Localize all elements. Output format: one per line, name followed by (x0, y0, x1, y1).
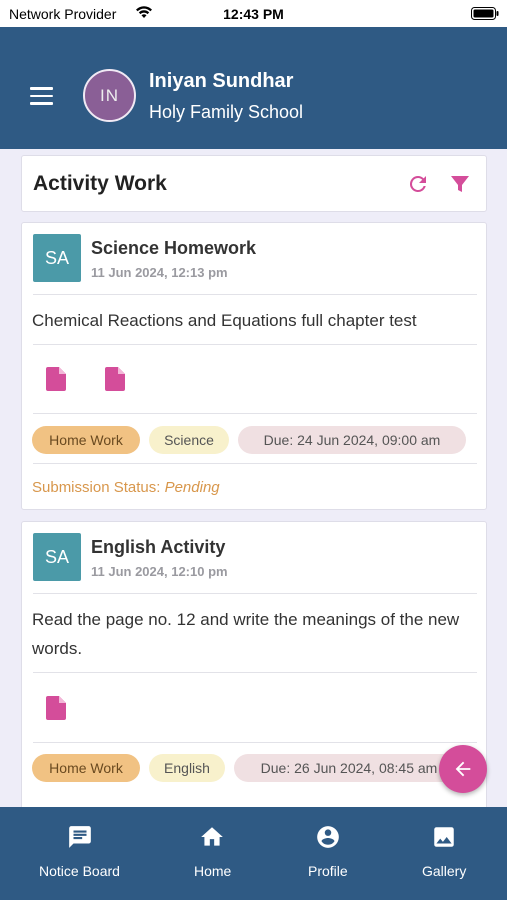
activity-date: 11 Jun 2024, 12:13 pm (91, 265, 228, 280)
clock-time: 12:43 PM (223, 6, 284, 22)
activity-description: Chemical Reactions and Equations full ch… (32, 311, 417, 330)
activity-card[interactable]: SA English Activity 11 Jun 2024, 12:10 p… (21, 521, 487, 807)
divider (33, 742, 477, 743)
submission-status-value: Pending (164, 479, 220, 496)
activity-list[interactable]: Activity Work SA Science Homework 11 Jun… (0, 149, 507, 807)
divider (33, 672, 477, 673)
activity-title: English Activity (91, 537, 226, 557)
submission-status-label: Submission Status: (32, 479, 161, 496)
subject-chip: English (149, 754, 225, 782)
nav-item-notice-board[interactable]: Notice Board (30, 807, 130, 900)
refresh-icon[interactable] (406, 172, 430, 196)
gallery-icon (434, 827, 454, 847)
nav-label: Home (194, 863, 232, 879)
divider (33, 294, 477, 295)
activity-description: Read the page no. 12 and write the meani… (32, 610, 460, 658)
subject-chip: Science (149, 426, 229, 454)
file-icon[interactable] (46, 696, 66, 720)
status-bar: Network Provider 12:43 PM (0, 0, 507, 27)
back-fab-button[interactable] (439, 745, 487, 793)
card-avatar: SA (33, 533, 81, 581)
activity-card[interactable]: SA Science Homework 11 Jun 2024, 12:13 p… (21, 222, 487, 510)
submission-status: Submission Status: Pending (32, 479, 220, 496)
battery-icon (471, 7, 499, 20)
user-avatar[interactable]: IN (83, 69, 136, 122)
divider (33, 463, 477, 464)
card-avatar: SA (33, 234, 81, 282)
nav-item-gallery[interactable]: Gallery (404, 807, 484, 900)
app-header: IN Iniyan Sundhar Holy Family School (0, 27, 507, 149)
due-date-chip: Due: 24 Jun 2024, 09:00 am (238, 426, 466, 454)
notice-board-icon (69, 826, 91, 848)
activity-title: Science Homework (91, 238, 257, 258)
activity-date: 11 Jun 2024, 12:10 pm (91, 564, 228, 579)
user-name: Iniyan Sundhar (149, 70, 294, 92)
nav-item-profile[interactable]: Profile (288, 807, 368, 900)
school-name: Holy Family School (149, 102, 304, 122)
nav-label: Notice Board (39, 863, 120, 879)
activity-type-chip: Home Work (32, 426, 140, 454)
hamburger-menu-icon[interactable] (30, 87, 54, 105)
file-icon[interactable] (46, 367, 66, 391)
profile-icon (317, 826, 339, 848)
page-title-bar: Activity Work (21, 155, 487, 212)
divider (33, 593, 477, 594)
file-icon[interactable] (105, 367, 125, 391)
divider (33, 413, 477, 414)
due-date-chip: Due: 26 Jun 2024, 08:45 am (234, 754, 464, 782)
divider (33, 344, 477, 345)
page-title: Activity Work (33, 172, 167, 195)
arrow-left-icon (455, 761, 471, 777)
bottom-navigation: Notice Board Home Profile Gallery (0, 807, 507, 900)
activity-type-chip: Home Work (32, 754, 140, 782)
nav-label: Profile (308, 863, 348, 879)
nav-label: Gallery (422, 863, 467, 879)
filter-icon[interactable] (448, 172, 472, 196)
nav-item-home[interactable]: Home (172, 807, 252, 900)
home-icon (201, 827, 223, 846)
